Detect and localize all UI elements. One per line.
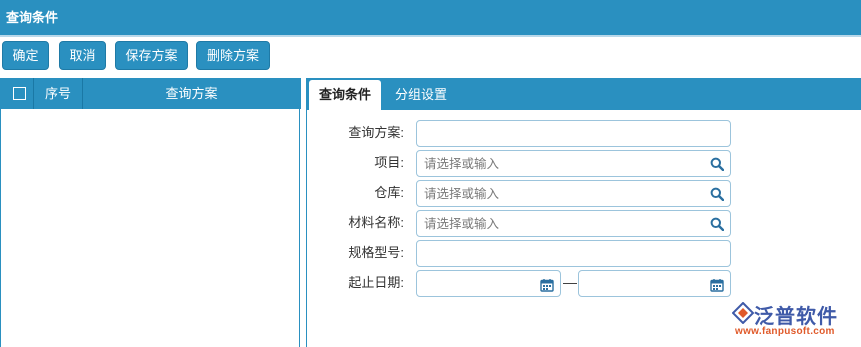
title-divider [0, 35, 861, 37]
scheme-field[interactable] [416, 120, 731, 147]
calendar-icon[interactable] [540, 278, 554, 292]
material-name-label: 材料名称: [348, 215, 404, 230]
scheme-input[interactable] [417, 121, 730, 146]
project-field[interactable] [416, 150, 731, 177]
scheme-list-panel: 序号 查询方案 [0, 78, 301, 347]
search-icon[interactable] [710, 187, 724, 201]
tab-group-settings[interactable]: 分组设置 [385, 80, 457, 110]
tab-query-conditions[interactable]: 查询条件 [309, 80, 381, 110]
project-label: 项目: [374, 155, 404, 170]
window-title: 查询条件 [0, 0, 861, 35]
tab-bar: 查询条件 分组设置 [307, 78, 861, 110]
select-all-checkbox[interactable] [13, 87, 26, 100]
warehouse-label: 仓库: [374, 185, 404, 200]
warehouse-field[interactable] [416, 180, 731, 207]
column-divider [33, 78, 34, 109]
spec-model-input[interactable] [417, 241, 730, 266]
material-name-field[interactable] [416, 210, 731, 237]
logo-url: www.fanpusoft.com [735, 326, 835, 337]
search-icon[interactable] [710, 157, 724, 171]
column-header-scheme: 查询方案 [165, 86, 218, 101]
calendar-icon[interactable] [710, 278, 724, 292]
date-range-separator: — [563, 274, 577, 290]
material-name-input[interactable] [417, 211, 730, 236]
spec-model-field[interactable] [416, 240, 731, 267]
warehouse-input[interactable] [417, 181, 730, 206]
confirm-button[interactable]: 确定 [2, 41, 49, 70]
column-header-index: 序号 [45, 86, 72, 101]
start-date-field[interactable] [416, 270, 561, 297]
start-date-input[interactable] [417, 271, 560, 296]
cancel-button[interactable]: 取消 [59, 41, 106, 70]
end-date-input[interactable] [579, 271, 730, 296]
scheme-list-header: 序号 查询方案 [1, 78, 301, 109]
date-range-label: 起止日期: [348, 275, 404, 290]
spec-model-label: 规格型号: [348, 245, 404, 260]
end-date-field[interactable] [578, 270, 731, 297]
project-input[interactable] [417, 151, 730, 176]
logo-mark-icon [732, 302, 754, 324]
scheme-label: 查询方案: [348, 125, 404, 140]
search-icon[interactable] [710, 217, 724, 231]
logo-text: 泛普软件 [754, 306, 838, 328]
brand-logo: 泛普软件 www.fanpusoft.com [730, 300, 861, 347]
save-scheme-button[interactable]: 保存方案 [115, 41, 188, 70]
delete-scheme-button[interactable]: 删除方案 [196, 41, 270, 70]
